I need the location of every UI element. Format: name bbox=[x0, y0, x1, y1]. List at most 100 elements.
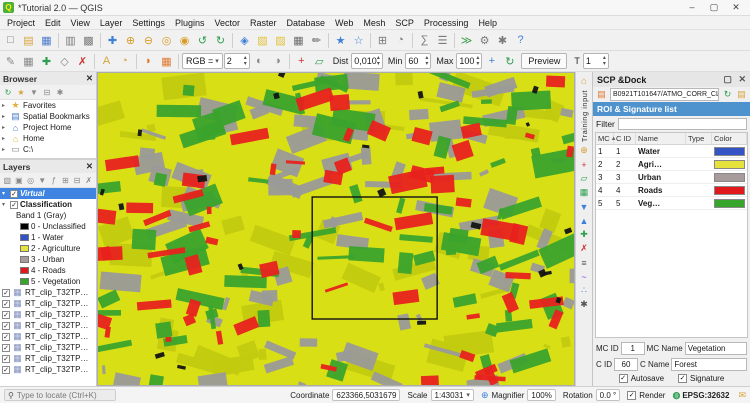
add-signature-icon[interactable]: ✚ bbox=[577, 228, 591, 241]
zoom-to-selection-icon[interactable]: ◉ bbox=[176, 32, 193, 49]
statistics-icon[interactable]: ☰ bbox=[434, 32, 451, 49]
raster-layer-item[interactable]: ✓ ▦ RT_clip_T32TPR… bbox=[0, 353, 96, 364]
max-spinbox[interactable]: 100 ▴ ▾ bbox=[456, 53, 483, 69]
raster-layer-item[interactable]: ✓ ▦ RT_clip_T32TPR… bbox=[0, 309, 96, 320]
browser-item-c-drive[interactable]: ▸ ▭ C:\ bbox=[0, 144, 96, 155]
delete-selected-icon[interactable]: ✗ bbox=[74, 53, 91, 70]
filter-expression-icon[interactable]: ƒ bbox=[49, 174, 60, 186]
minimize-button[interactable]: – bbox=[681, 2, 703, 13]
project-save-icon[interactable]: ▦ bbox=[38, 32, 55, 49]
measure-icon[interactable]: ✏ bbox=[308, 32, 325, 49]
zoom-out-icon[interactable]: ⊖ bbox=[140, 32, 157, 49]
dock-close-button[interactable]: ✕ bbox=[738, 74, 746, 84]
filter-input[interactable] bbox=[617, 118, 747, 130]
menu-raster[interactable]: Raster bbox=[245, 18, 282, 28]
raster-layer-item[interactable]: ✓ ▦ RT_clip_T32TPR… bbox=[0, 331, 96, 342]
print-layout-icon[interactable]: ▥ bbox=[62, 32, 79, 49]
project-open-icon[interactable]: ▤ bbox=[20, 32, 37, 49]
refresh-training-icon[interactable]: ↻ bbox=[721, 88, 734, 101]
add-group-icon[interactable]: ▣ bbox=[14, 174, 25, 186]
toggle-editing-icon[interactable]: ✎ bbox=[2, 53, 19, 70]
add-feature-icon[interactable]: ✚ bbox=[38, 53, 55, 70]
manage-themes-icon[interactable]: ◎ bbox=[25, 174, 36, 186]
browser-item-favorites[interactable]: ▸ ★ Favorites bbox=[0, 100, 96, 111]
mc-id-spinbox[interactable]: 1 bbox=[620, 342, 645, 355]
menu-settings[interactable]: Settings bbox=[127, 18, 170, 28]
magnifier-spinbox[interactable]: 100% bbox=[527, 389, 556, 401]
export-signatures-icon[interactable]: ▲ bbox=[577, 214, 591, 227]
expand-caret-icon[interactable]: ▸ bbox=[2, 113, 8, 120]
layer-labeling-icon[interactable]: A bbox=[98, 53, 115, 70]
collapse-all-icon[interactable]: ⊟ bbox=[41, 86, 53, 98]
dist-spinbox[interactable]: 0,010 ▴ ▾ bbox=[351, 53, 383, 69]
import-signatures-icon[interactable]: ▼ bbox=[577, 200, 591, 213]
menu-processing[interactable]: Processing bbox=[419, 18, 474, 28]
layer-checkbox[interactable]: ✓ bbox=[2, 321, 10, 330]
scp-plugin-icon[interactable]: ◗ bbox=[140, 53, 157, 70]
close-button[interactable]: ✕ bbox=[725, 2, 747, 13]
deselect-features-icon[interactable]: ▨ bbox=[272, 32, 289, 49]
scatter-plot-icon[interactable]: ∴ bbox=[577, 284, 591, 297]
locate-input[interactable]: ⚲ Type to locate (Ctrl+K) bbox=[4, 389, 116, 401]
scp-home-tab[interactable]: ⌂ bbox=[577, 74, 591, 88]
signature-table[interactable]: MC ▲ C ID Name Type Color 1 1 Water 2 2 Agri… 3… bbox=[595, 132, 748, 338]
raster-layer-item[interactable]: ✓ ▦ RT_clip_T32TPR… bbox=[0, 320, 96, 331]
layer-checkbox[interactable]: ✓ bbox=[2, 332, 10, 341]
signature-table-header[interactable]: MC ▲ C ID Name Type Color bbox=[596, 133, 747, 145]
dock-float-button[interactable]: ▢ bbox=[723, 74, 732, 84]
c-name-field[interactable]: Forest bbox=[671, 358, 747, 371]
layer-item-virtual[interactable]: ▾ ✓ Virtual bbox=[0, 188, 96, 199]
raster-layer-item[interactable]: ✓ ▦ RT_clip_T32TPR… bbox=[0, 342, 96, 353]
menu-database[interactable]: Database bbox=[282, 18, 331, 28]
panel-close-icon[interactable]: ✕ bbox=[86, 73, 93, 84]
scale-combo[interactable]: 1:43031 ▾ bbox=[430, 389, 474, 401]
layer-checkbox[interactable]: ✓ bbox=[2, 288, 10, 297]
scp-bandset-icon[interactable]: ▦ bbox=[158, 53, 175, 70]
merge-signatures-icon[interactable]: ≡ bbox=[577, 256, 591, 269]
menu-help[interactable]: Help bbox=[473, 18, 502, 28]
remove-layer-icon[interactable]: ✗ bbox=[83, 174, 94, 186]
expand-caret-icon[interactable]: ▸ bbox=[2, 146, 8, 153]
menu-vector[interactable]: Vector bbox=[209, 18, 245, 28]
min-spinbox[interactable]: 60 ▴ ▾ bbox=[405, 53, 432, 69]
layer-checkbox[interactable]: ✓ bbox=[2, 365, 10, 374]
raster-layer-item[interactable]: ✓ ▦ RT_clip_T32TPR… bbox=[0, 287, 96, 298]
properties-widget-icon[interactable]: ✱ bbox=[54, 86, 66, 98]
zoom-last-icon[interactable]: ↺ bbox=[194, 32, 211, 49]
identify-features-icon[interactable]: ◈ bbox=[236, 32, 253, 49]
expand-caret-icon[interactable]: ▸ bbox=[2, 102, 8, 109]
map-canvas[interactable] bbox=[97, 72, 575, 386]
refresh-icon[interactable]: ↻ bbox=[2, 86, 14, 98]
training-input-icon[interactable]: ▤ bbox=[595, 88, 608, 101]
roi-pointer-icon[interactable]: + bbox=[293, 53, 310, 70]
mc-name-field[interactable]: Vegetation bbox=[684, 342, 747, 355]
filter-browser-icon[interactable]: ▼ bbox=[28, 86, 40, 98]
add-favorite-icon[interactable]: ★ bbox=[15, 86, 27, 98]
help-icon[interactable]: ? bbox=[512, 32, 529, 49]
zoom-to-training-icon[interactable]: ⊕ bbox=[577, 144, 591, 157]
zoom-in-icon[interactable]: ⊕ bbox=[122, 32, 139, 49]
multiple-roi-icon[interactable]: ▦ bbox=[577, 186, 591, 199]
autosave-checkbox[interactable]: ✓ Autosave bbox=[618, 374, 664, 383]
roi-polygon-icon[interactable]: ▱ bbox=[577, 172, 591, 185]
python-console-icon[interactable]: ≫ bbox=[458, 32, 475, 49]
expand-caret-icon[interactable]: ▸ bbox=[2, 135, 8, 142]
zoom-next-icon[interactable]: ↻ bbox=[212, 32, 229, 49]
signature-row[interactable]: 1 1 Water bbox=[596, 145, 747, 158]
training-input-path[interactable]: B0921T101647/ATMO_CORR_CLIP/ROI.scp bbox=[610, 88, 719, 101]
crs-indicator[interactable]: ◍ EPSG:32632 bbox=[672, 390, 729, 401]
signature-row[interactable]: 5 5 Veg… bbox=[596, 197, 747, 210]
open-training-icon[interactable]: ▤ bbox=[735, 88, 748, 101]
signature-row[interactable]: 2 2 Agri… bbox=[596, 158, 747, 171]
panel-close-icon[interactable]: ✕ bbox=[86, 161, 93, 172]
redo-preview-icon[interactable]: ↻ bbox=[501, 53, 518, 70]
signature-row[interactable]: 3 3 Urban bbox=[596, 171, 747, 184]
expand-caret-icon[interactable]: ▸ bbox=[2, 124, 8, 131]
temporal-controller-icon[interactable]: ◔ bbox=[392, 32, 409, 49]
menu-web[interactable]: Web bbox=[330, 18, 358, 28]
preview-button[interactable]: Preview bbox=[521, 53, 568, 69]
project-new-icon[interactable]: □ bbox=[2, 32, 19, 49]
select-features-icon[interactable]: ▧ bbox=[254, 32, 271, 49]
new-map-view-icon[interactable]: ⊞ bbox=[374, 32, 391, 49]
training-input-tab[interactable]: Training input bbox=[580, 90, 589, 142]
